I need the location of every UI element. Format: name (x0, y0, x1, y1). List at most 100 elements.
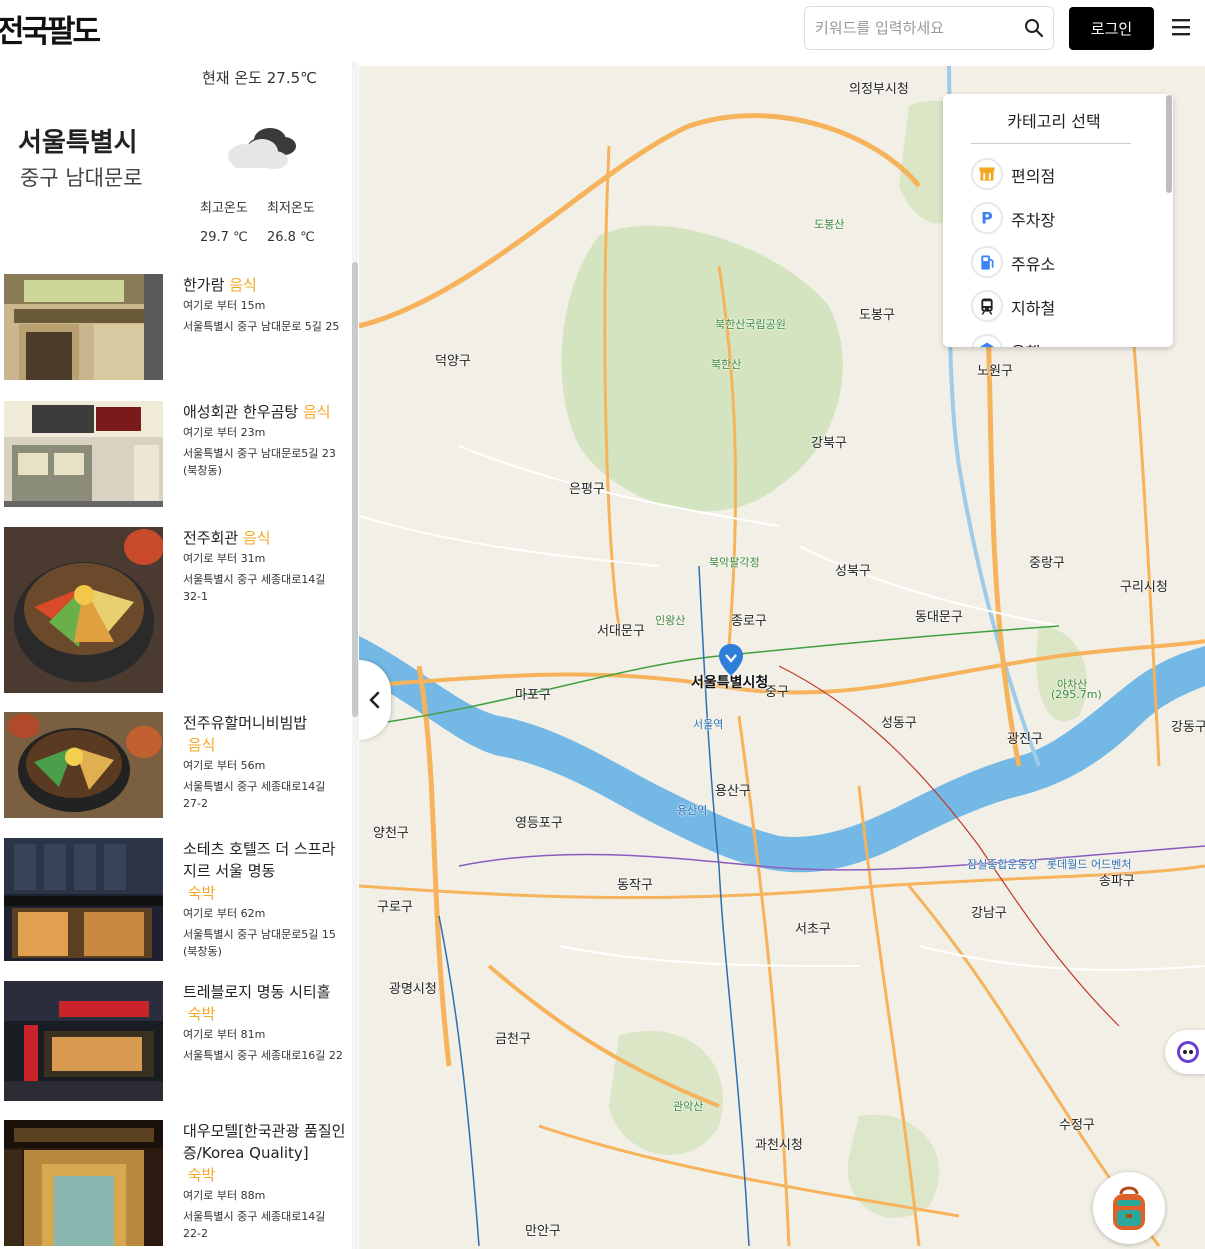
map-label: 동작구 (617, 878, 653, 893)
map-label: 인왕산 (655, 614, 686, 627)
login-button[interactable]: 로그인 (1069, 7, 1154, 50)
chevron-left-icon (369, 691, 380, 709)
category-label: 지하철 (1011, 299, 1056, 318)
city-name: 서울특별시 (18, 128, 138, 158)
map-label: 덕양구 (435, 354, 471, 369)
category-label: 주유소 (1011, 255, 1056, 274)
place-thumbnail[interactable] (4, 401, 163, 507)
map-label: 성동구 (881, 716, 917, 731)
header: 전국팔도 로그인 (0, 0, 1205, 62)
place-thumbnail[interactable] (4, 1120, 163, 1246)
map-label: 북한산 (711, 358, 742, 371)
category-panel-title: 카테고리 선택 (1007, 112, 1101, 131)
current-temperature: 현재 온도 27.5℃ (202, 69, 317, 87)
place-address: 서울특별시 중구 세종대로14길 32-1 (183, 573, 326, 603)
map-label: 양천구 (373, 826, 409, 841)
place-thumbnail[interactable] (4, 712, 163, 818)
place-info: 대우모텔[한국관광 품질인증/Korea Quality] 숙박 여기로 부터 … (183, 1120, 346, 1242)
chatbot-button[interactable] (1165, 1030, 1205, 1074)
backpack-icon (1113, 1186, 1145, 1230)
place-category: 음식 (187, 736, 216, 754)
map-label: 용산구 (715, 784, 751, 799)
category-item-convenience-store[interactable]: 편의점 (971, 158, 1151, 190)
map-label: 은평구 (569, 482, 605, 497)
category-panel: 카테고리 선택 편의점 P 주차장 주유소 지하철 (943, 94, 1173, 347)
place-name[interactable]: 트레블로지 명동 시티홀 숙박 (183, 981, 346, 1025)
low-temp-value: 26.8 ℃ (267, 230, 315, 245)
map-label: 마포구 (515, 688, 551, 703)
category-panel-scrollbar[interactable] (1166, 95, 1172, 193)
sidebar-scrollbar-thumb[interactable] (352, 262, 358, 717)
place-distance: 여기로 부터 56m (183, 759, 266, 772)
place-address: 서울특별시 중구 남대문로 5길 25 (183, 320, 340, 333)
place-category: 음식 (242, 529, 271, 547)
map-label: 노원구 (977, 364, 1013, 379)
place-name[interactable]: 전주유할머니비빔밥 음식 (183, 712, 346, 756)
backpack-button[interactable] (1093, 1172, 1165, 1244)
place-name[interactable]: 전주회관 음식 (183, 527, 346, 549)
place-category: 숙박 (187, 1166, 216, 1184)
map-label: 동대문구 (915, 610, 963, 625)
search-icon[interactable] (1023, 17, 1045, 39)
place-distance: 여기로 부터 88m (183, 1189, 266, 1202)
svg-text:P: P (981, 209, 993, 228)
bank-icon (971, 334, 1003, 347)
sidebar: 현재 온도 27.5℃ 서울특별시 중구 남대문로 최고온도 최저온도 29.7 … (0, 62, 359, 1249)
map-label: 중구 (765, 685, 789, 700)
place-info: 트레블로지 명동 시티홀 숙박 여기로 부터 81m 서울특별시 중구 세종대로… (183, 981, 346, 1064)
map-label: 도봉산 (814, 218, 845, 231)
category-label: 주차장 (1011, 211, 1056, 230)
category-item-bank[interactable]: 은행 (971, 334, 1151, 347)
temp-values: 29.7 ℃ 26.8 ℃ (200, 230, 334, 245)
divider (971, 143, 1131, 144)
subway-icon (971, 290, 1003, 322)
place-info: 한가람 음식 여기로 부터 15m 서울특별시 중구 남대문로 5길 25 (183, 274, 346, 335)
place-distance: 여기로 부터 31m (183, 552, 266, 565)
map-label: 영등포구 (515, 816, 563, 831)
place-distance: 여기로 부터 81m (183, 1028, 266, 1041)
map-label: 강동구 (1171, 720, 1205, 735)
logo[interactable]: 전국팔도 (0, 6, 101, 51)
convenience-store-icon (971, 158, 1003, 190)
category-item-gas-station[interactable]: 주유소 (971, 246, 1151, 278)
hamburger-menu-icon[interactable] (1170, 16, 1192, 38)
map-label: (295.7m) (1051, 688, 1102, 701)
place-name[interactable]: 한가람 음식 (183, 274, 346, 296)
place-name[interactable]: 대우모텔[한국관광 품질인증/Korea Quality] 숙박 (183, 1120, 346, 1186)
map-label: 용산역 (677, 804, 708, 817)
map-label: 종로구 (731, 614, 767, 629)
map-label: 광진구 (1007, 732, 1043, 747)
gas-station-icon (971, 246, 1003, 278)
district-name: 중구 남대문로 (20, 166, 143, 190)
map-label: 과천시청 (755, 1138, 803, 1153)
map-label: 잠실종합운동장 (967, 858, 1038, 871)
search-input[interactable] (815, 7, 1015, 49)
place-thumbnail[interactable] (4, 838, 163, 961)
place-thumbnail[interactable] (4, 527, 163, 693)
place-thumbnail[interactable] (4, 981, 163, 1101)
high-temp-label: 최고온도 (200, 201, 248, 216)
map-label: 의정부시청 (849, 82, 909, 97)
category-label: 은행 (1011, 339, 1040, 347)
place-name[interactable]: 애성회관 한우곰탕 음식 (183, 401, 346, 423)
map-label: 중랑구 (1029, 556, 1065, 571)
place-category: 숙박 (187, 884, 216, 902)
place-info: 전주유할머니비빔밥 음식 여기로 부터 56m 서울특별시 중구 세종대로14길… (183, 712, 346, 812)
place-thumbnail[interactable] (4, 274, 163, 380)
category-item-parking[interactable]: P 주차장 (971, 202, 1151, 234)
place-name[interactable]: 소테츠 호텔즈 더 스프라지르 서울 명동 숙박 (183, 838, 346, 904)
temp-labels: 최고온도 최저온도 (200, 197, 334, 216)
map-label: 서초구 (795, 922, 831, 937)
map-label: 구로구 (377, 900, 413, 915)
place-address: 서울특별시 중구 남대문로5길 15 (북창동) (183, 928, 336, 958)
map-label: 구리시청 (1120, 580, 1168, 595)
place-distance: 여기로 부터 15m (183, 299, 266, 312)
place-category: 숙박 (187, 1005, 216, 1023)
place-info: 전주회관 음식 여기로 부터 31m 서울특별시 중구 세종대로14길 32-1 (183, 527, 346, 605)
category-item-subway[interactable]: 지하철 (971, 290, 1151, 322)
category-label: 편의점 (1011, 167, 1056, 186)
parking-icon: P (971, 202, 1003, 234)
place-info: 애성회관 한우곰탕 음식 여기로 부터 23m 서울특별시 중구 남대문로5길 … (183, 401, 346, 479)
place-category: 음식 (229, 276, 257, 294)
map-label: 북한산국립공원 (715, 318, 786, 331)
